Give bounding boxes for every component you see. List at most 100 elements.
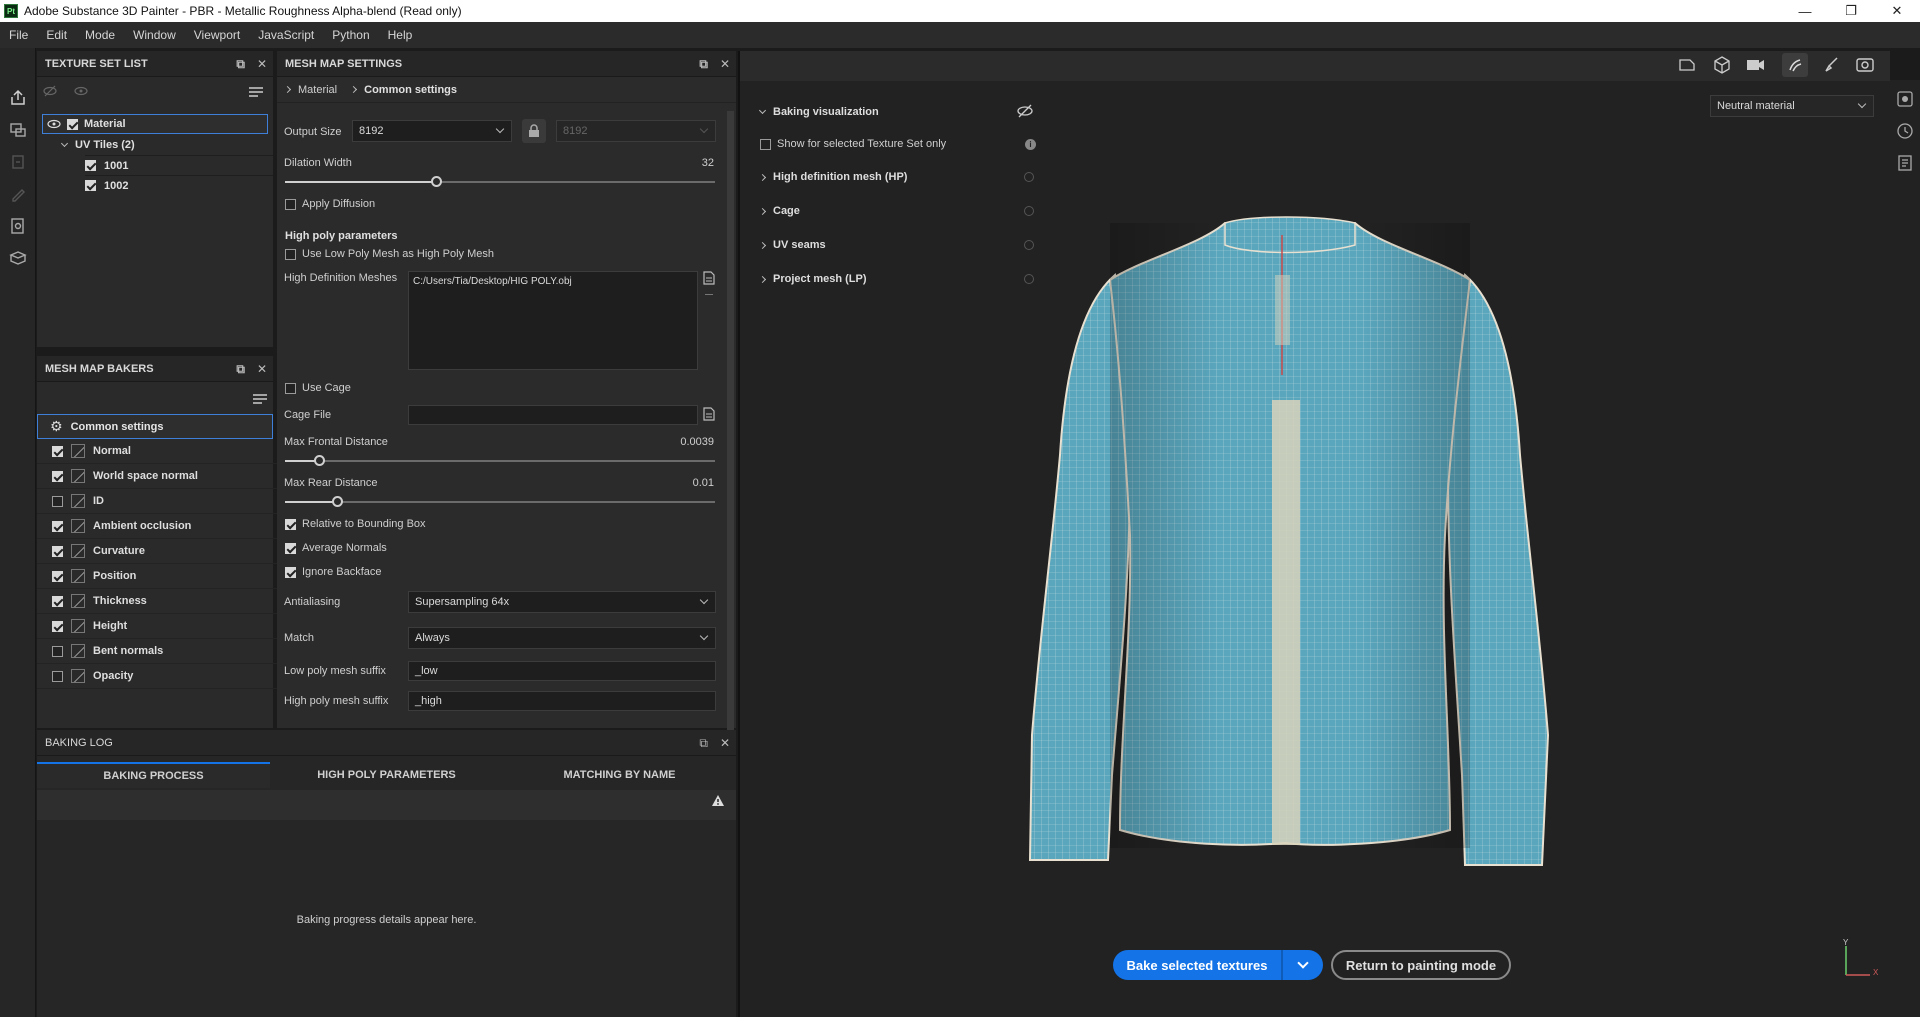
tile-1001-checkbox[interactable] [85,160,96,171]
remove-mesh-icon[interactable] [705,294,713,295]
baker-height[interactable]: Height [37,614,310,639]
ignore-backface-checkbox[interactable] [285,566,296,578]
baker-checkbox[interactable] [52,620,63,632]
antialiasing-dropdown[interactable]: Supersampling 64x [408,591,716,613]
baker-normal[interactable]: Normal [37,439,310,464]
use-low-poly-checkbox[interactable] [285,248,296,260]
use-cage-option[interactable]: Use Cage [285,382,351,394]
history-icon[interactable] [1896,122,1914,140]
texture-set-material[interactable]: Material [42,114,268,134]
apply-diffusion-option[interactable]: Apply Diffusion [285,198,375,210]
baker-checkbox[interactable] [52,545,63,557]
minimize-button[interactable]: — [1782,0,1828,22]
max-frontal-slider-track[interactable] [285,460,715,462]
screenshot-camera-icon[interactable] [1856,56,1874,75]
document-icon[interactable] [8,216,28,236]
visibility-eye-icon[interactable] [47,119,61,129]
float-panel-icon[interactable]: ⧉ [699,736,708,751]
baker-thickness[interactable]: Thickness [37,589,310,614]
close-panel-icon[interactable]: ✕ [720,57,730,71]
tab-baking-process[interactable]: BAKING PROCESS [37,762,270,788]
output-size-dropdown[interactable]: 8192 [352,120,512,142]
baker-curvature[interactable]: Curvature [37,539,310,564]
eye-hidden-icon[interactable] [1016,104,1034,121]
baker-checkbox[interactable] [52,520,63,532]
shirt-3d-model[interactable] [1020,215,1560,875]
mask-icon[interactable] [8,152,28,172]
ignore-backface-option[interactable]: Ignore Backface [285,566,382,578]
float-panel-icon[interactable]: ⧉ [236,362,245,377]
cage-file-input[interactable] [408,405,698,425]
menu-edit[interactable]: Edit [37,28,76,42]
settings-scrollbar[interactable] [727,111,734,751]
tsl-eye-icon[interactable] [74,85,88,100]
baker-checkbox[interactable] [52,470,63,482]
log-icon[interactable] [1896,154,1914,172]
apply-diffusion-checkbox[interactable] [285,198,296,210]
bake-selected-textures-button[interactable]: Bake selected textures [1113,950,1281,980]
baker-position[interactable]: Position [37,564,310,589]
info-icon[interactable]: i [1025,139,1036,150]
menu-mode[interactable]: Mode [76,28,124,42]
uv-tiles-row[interactable]: UV Tiles (2) [60,135,272,155]
bake-mesh-icon[interactable] [8,120,28,140]
reset-icon[interactable] [1024,172,1034,182]
average-normals-option[interactable]: Average Normals [285,542,387,554]
menu-python[interactable]: Python [323,28,378,42]
package-icon[interactable] [8,248,28,268]
float-panel-icon[interactable]: ⧉ [236,57,245,72]
vis-project-mesh[interactable]: Project mesh (LP) [758,273,867,285]
average-normals-checkbox[interactable] [285,542,296,554]
export-icon[interactable] [8,88,28,108]
tsl-menu-icon[interactable] [249,87,263,100]
bake-mode-button[interactable] [1782,53,1808,77]
menu-javascript[interactable]: JavaScript [249,28,323,42]
material-checkbox[interactable] [67,118,78,130]
relative-bbox-checkbox[interactable] [285,518,296,530]
max-rear-slider-track[interactable] [285,501,715,503]
menu-viewport[interactable]: Viewport [185,28,249,42]
baker-checkbox[interactable] [52,445,63,457]
viewport-2d-icon[interactable] [1678,56,1698,77]
close-panel-icon[interactable]: ✕ [257,362,267,376]
show-selected-only-option[interactable]: Show for selected Texture Set only [760,138,946,150]
tab-matching-by-name[interactable]: MATCHING BY NAME [503,762,736,788]
match-dropdown[interactable]: Always [408,627,716,649]
close-window-button[interactable]: ✕ [1874,0,1920,22]
low-poly-suffix-input[interactable]: _low [408,661,716,681]
close-panel-icon[interactable]: ✕ [257,57,267,71]
menu-help[interactable]: Help [379,28,422,42]
baking-visualization-section[interactable]: Baking visualization [758,106,879,118]
high-poly-suffix-input[interactable]: _high [408,691,716,711]
bakers-menu-icon[interactable] [253,394,267,407]
use-cage-checkbox[interactable] [285,382,296,394]
high-definition-mesh-path[interactable]: C:/Users/Tia/Desktop/HIG POLY.obj [413,276,572,287]
material-dropdown[interactable]: Neutral material [1710,95,1874,117]
display-settings-icon[interactable] [1896,90,1914,108]
vis-uv-seams[interactable]: UV seams [758,239,826,251]
dilation-slider-knob[interactable] [430,176,442,187]
expand-chevron-icon[interactable] [60,139,69,148]
baker-checkbox[interactable] [52,645,63,657]
use-low-poly-option[interactable]: Use Low Poly Mesh as High Poly Mesh [285,248,494,260]
tile-1002-checkbox[interactable] [85,180,96,191]
baker-id[interactable]: ID [37,489,310,514]
breadcrumb-material[interactable]: Material [298,84,337,96]
baker-bent-normals[interactable]: Bent normals [37,639,310,664]
baker-checkbox[interactable] [52,495,63,507]
camera-icon[interactable] [1745,56,1767,77]
menu-file[interactable]: File [0,28,37,42]
viewport-3d-icon[interactable] [1712,55,1732,78]
lock-button[interactable] [522,119,546,143]
return-to-painting-mode-button[interactable]: Return to painting mode [1331,950,1511,980]
uv-tile-1001[interactable]: 1001 [85,155,273,175]
baker-opacity[interactable]: Opacity [37,664,310,689]
cage-file-browse-icon[interactable] [703,407,715,424]
restore-button[interactable]: ❐ [1828,0,1874,22]
tsl-eye-closed-icon[interactable] [43,85,57,100]
vis-cage[interactable]: Cage [758,205,800,217]
file-browse-icon[interactable] [703,271,715,288]
baker-ambient-occlusion[interactable]: Ambient occlusion [37,514,310,539]
bake-options-dropdown[interactable] [1283,950,1323,980]
edit-icon[interactable] [8,184,28,204]
